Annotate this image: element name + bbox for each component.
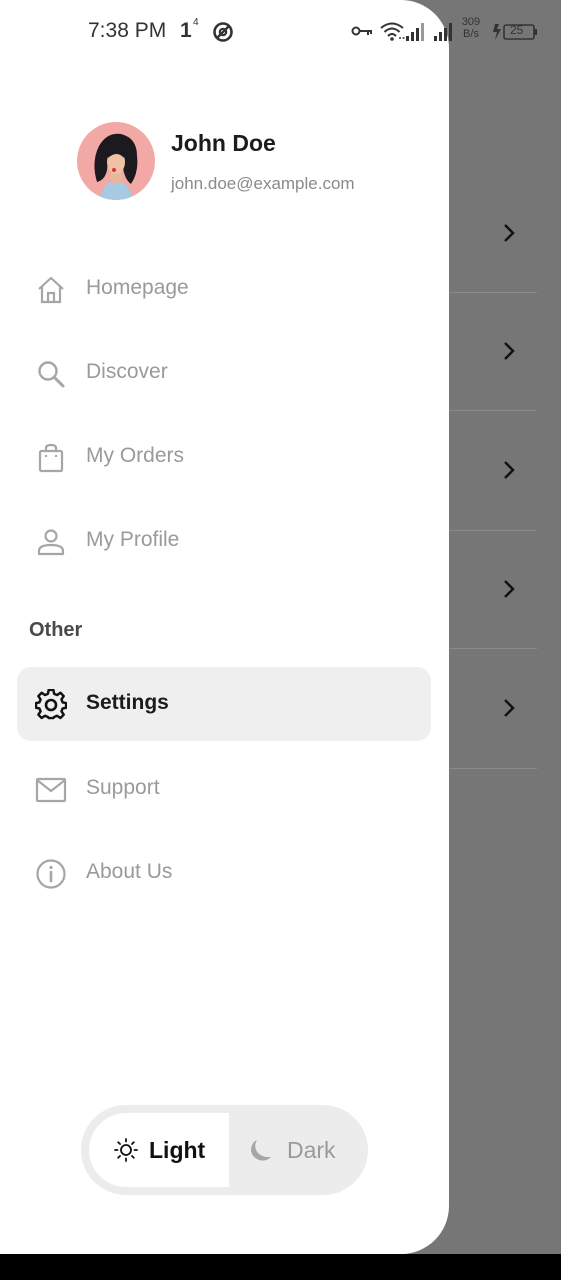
background-list-divider (449, 292, 537, 293)
menu-item-label: Support (86, 776, 160, 799)
menu-item-support[interactable]: Support (17, 752, 431, 826)
menu-item-label: About Us (86, 860, 173, 883)
menu-item-about-us[interactable]: About Us (17, 836, 431, 910)
gear-icon (35, 689, 67, 720)
chevron-right-icon (504, 580, 515, 598)
section-title-other: Other (29, 619, 83, 641)
theme-option-dark[interactable]: Dark (229, 1113, 360, 1187)
chevron-right-icon (504, 342, 515, 360)
network-speed-value: 309 (461, 16, 481, 28)
user-name: John Doe (171, 130, 276, 156)
sun-icon (114, 1138, 138, 1162)
menu-item-label: Homepage (86, 276, 189, 299)
chevron-right-icon (504, 461, 515, 479)
theme-dark-label: Dark (287, 1137, 336, 1163)
chevron-right-icon (504, 224, 515, 242)
navigation-drawer: John Doe john.doe@example.com Homepage D… (0, 0, 449, 1254)
sim-indicator: 1 (180, 19, 192, 42)
theme-light-label: Light (149, 1137, 206, 1163)
theme-option-light[interactable]: Light (89, 1113, 229, 1187)
wifi-icon (380, 22, 405, 41)
background-list-divider (449, 768, 537, 769)
menu-item-settings[interactable]: Settings (17, 667, 431, 741)
menu-item-label: My Orders (86, 444, 185, 467)
system-navigation-bar (0, 1254, 561, 1280)
signal-icon (434, 23, 452, 41)
charging-icon (493, 24, 501, 40)
no-sim-icon (213, 22, 233, 42)
user-icon (37, 529, 65, 556)
menu-item-homepage[interactable]: Homepage (17, 252, 431, 326)
shopping-bag-icon (38, 443, 64, 473)
menu-item-label: My Profile (86, 528, 180, 551)
signal-icon (406, 23, 424, 41)
chevron-right-icon (504, 699, 515, 717)
menu-item-my-profile[interactable]: My Profile (17, 504, 431, 578)
user-email: john.doe@example.com (171, 174, 355, 193)
avatar[interactable] (77, 122, 155, 200)
background-list-divider (449, 648, 537, 649)
mail-icon (35, 777, 67, 803)
network-speed: 309 B/s (458, 16, 484, 40)
sim-indicator-superscript: 4 (193, 17, 199, 28)
status-time: 7:38 PM (88, 19, 167, 42)
battery-level: 25 (510, 23, 524, 37)
info-icon (36, 859, 66, 889)
status-bar: 7:38 PM 1 4 309 B/s 25 (0, 0, 561, 64)
network-speed-unit: B/s (463, 28, 479, 40)
menu-item-discover[interactable]: Discover (17, 336, 431, 410)
background-list-divider (449, 530, 537, 531)
home-icon (38, 276, 64, 304)
menu-item-label: Discover (86, 360, 168, 383)
menu-item-label: Settings (86, 691, 169, 714)
background-list-divider (449, 410, 537, 411)
vpn-key-icon (351, 26, 372, 36)
search-icon (38, 361, 65, 388)
theme-toggle: Light Dark (81, 1105, 368, 1195)
moon-icon (251, 1140, 271, 1161)
menu-item-my-orders[interactable]: My Orders (17, 420, 431, 494)
